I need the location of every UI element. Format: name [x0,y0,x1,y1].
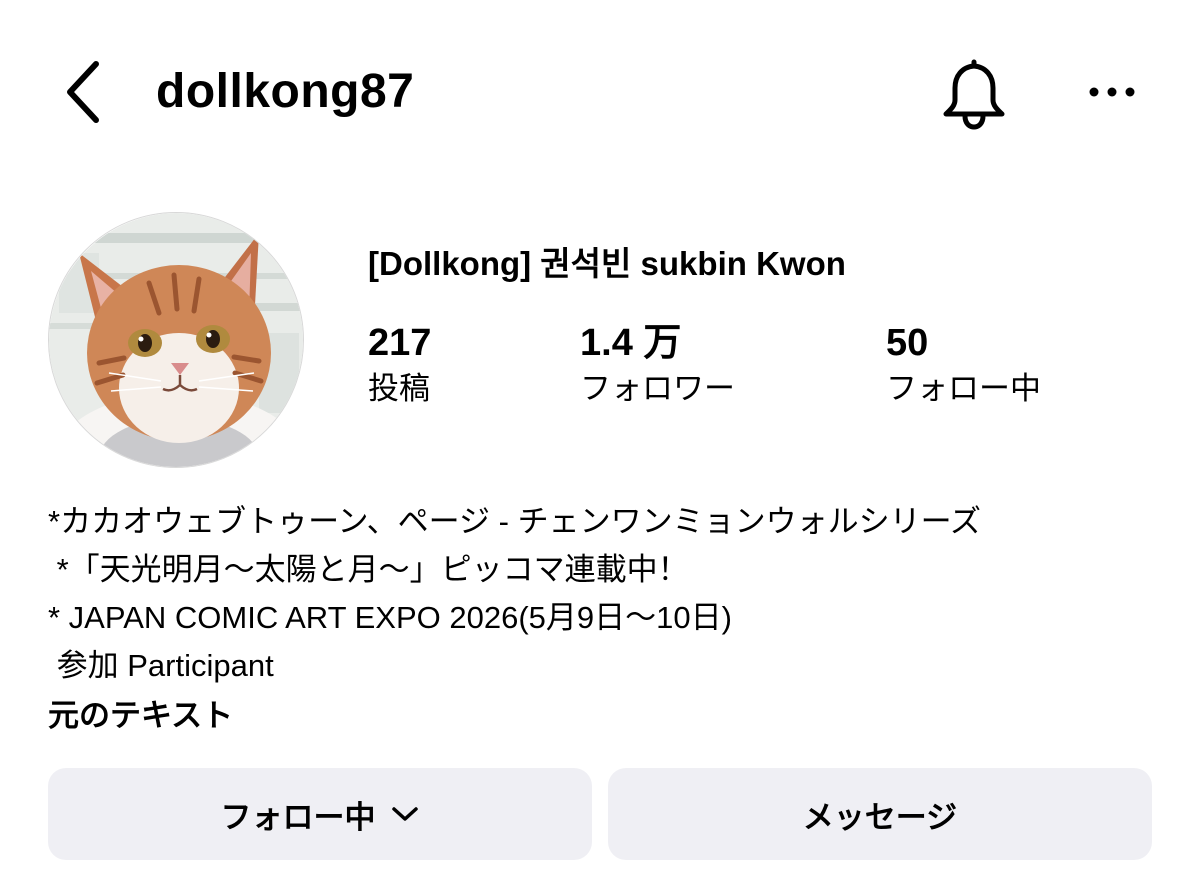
cat-avatar-image [49,213,303,467]
chevron-left-icon [67,61,99,123]
posts-stat[interactable]: 217 投稿 [368,318,431,410]
posts-label: 投稿 [368,371,430,406]
followers-label: フォロワー [580,371,735,406]
following-label: フォロー中 [886,371,1041,406]
more-horizontal-icon [1089,87,1135,97]
bio-line: *カカオウェブトゥーン、ページ - チェンワンミョンウォルシリーズ [48,504,982,539]
profile-avatar[interactable] [48,212,304,468]
back-button[interactable] [52,52,112,132]
following-button[interactable]: フォロー中 [48,768,592,860]
posts-count: 217 [368,322,432,364]
followers-stat[interactable]: 1.4 万 フォロワー [580,318,735,410]
bio-line: * JAPAN COMIC ART EXPO 2026(5月9日～10日) [48,600,732,635]
see-original-text-link[interactable]: 元のテキスト [48,692,233,740]
following-stat[interactable]: 50 フォロー中 [886,318,1041,410]
message-button[interactable]: メッセージ [608,768,1152,860]
followers-count: 1.4 万 [580,322,682,364]
bio-line: 参加 Participant [48,648,274,683]
following-count: 50 [886,322,929,364]
bio-line: *「天光明月～太陽と月～」ピッコマ連載中！ [48,552,689,587]
following-button-label: フォロー中 [220,799,376,835]
notifications-button[interactable] [936,56,1012,132]
more-options-button[interactable] [1080,70,1144,114]
message-button-label: メッセージ [802,799,958,835]
profile-display-name: [Dollkong] 권석빈 sukbin Kwon [368,245,846,282]
profile-username: dollkong87 [156,65,415,118]
profile-bio: *カカオウェブトゥーン、ページ - チェンワンミョンウォルシリーズ *「天光明月… [48,498,1158,690]
chevron-down-icon [391,807,418,821]
bell-icon [943,59,1005,130]
